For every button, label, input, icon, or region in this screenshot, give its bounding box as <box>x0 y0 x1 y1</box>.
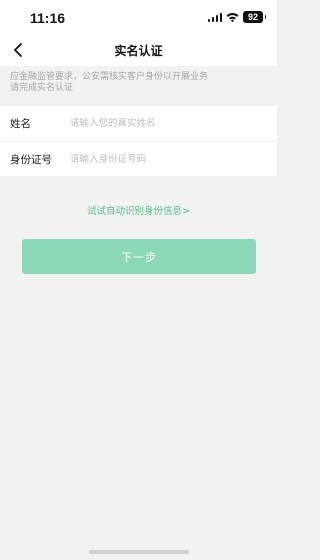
cellular-signal-icon <box>207 12 222 22</box>
battery-icon: 92 <box>243 11 266 23</box>
wifi-icon <box>226 12 239 22</box>
next-step-button[interactable]: 下一步 <box>22 239 256 274</box>
identity-form: 姓名 身份证号 <box>0 106 277 176</box>
nav-bar: 实名认证 <box>0 34 277 66</box>
status-icons: 92 <box>207 11 266 23</box>
notice-line-1: 应金融监管要求，公安需核实客户身份以开展业务 <box>10 72 209 82</box>
id-number-input[interactable] <box>70 153 260 165</box>
name-row: 姓名 <box>0 106 277 141</box>
home-indicator <box>88 550 189 554</box>
name-input[interactable] <box>70 118 260 129</box>
notice-line-2: 请完成实名认证 <box>10 83 74 93</box>
notice-text: 应金融监管要求，公安需核实客户身份以开展业务 请完成实名认证 <box>0 66 277 106</box>
id-number-label: 身份证号 <box>10 153 52 166</box>
id-number-row: 身份证号 <box>0 141 277 176</box>
page-title: 实名认证 <box>114 44 163 58</box>
status-time: 11:16 <box>30 10 66 26</box>
auto-identify-link[interactable]: 试试自动识别身份信息> <box>0 203 277 217</box>
name-label: 姓名 <box>10 118 31 130</box>
status-bar: 11:16 92 <box>0 0 277 34</box>
